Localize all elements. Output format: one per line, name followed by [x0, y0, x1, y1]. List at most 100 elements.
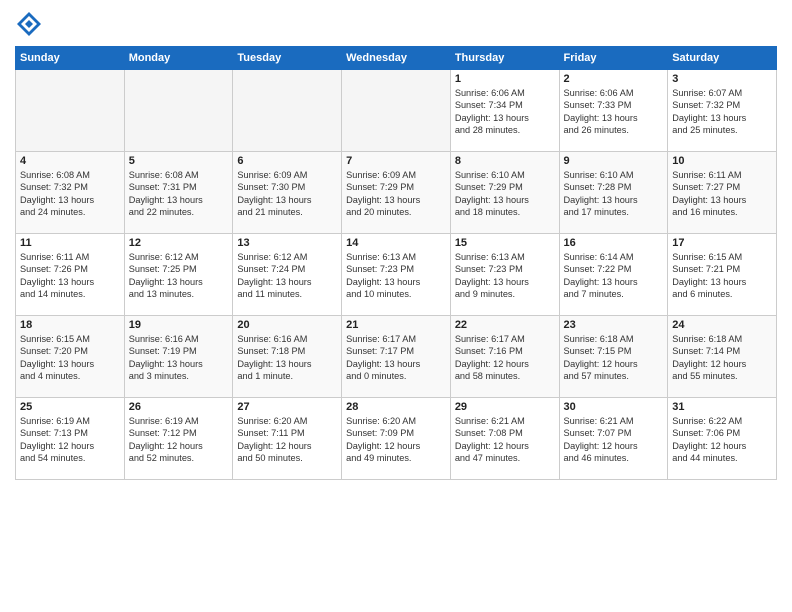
- day-info: Sunrise: 6:20 AM Sunset: 7:11 PM Dayligh…: [237, 415, 337, 465]
- day-number: 20: [237, 319, 337, 331]
- page: SundayMondayTuesdayWednesdayThursdayFrid…: [0, 0, 792, 490]
- day-number: 19: [129, 319, 229, 331]
- day-number: 8: [455, 155, 555, 167]
- day-cell: 13 Sunrise: 6:12 AM Sunset: 7:24 PM Dayli…: [233, 234, 342, 316]
- day-cell: 31 Sunrise: 6:22 AM Sunset: 7:06 PM Dayli…: [668, 398, 777, 480]
- weekday-monday: Monday: [124, 47, 233, 70]
- day-number: 3: [672, 73, 772, 85]
- day-cell: 18Sunrise: 6:15 AM Sunset: 7:20 PM Dayli…: [16, 316, 125, 398]
- day-info: Sunrise: 6:09 AM Sunset: 7:29 PM Dayligh…: [346, 169, 446, 219]
- day-info: Sunrise: 6:09 AM Sunset: 7:30 PM Dayligh…: [237, 169, 337, 219]
- day-number: 17: [672, 237, 772, 249]
- weekday-thursday: Thursday: [450, 47, 559, 70]
- week-row-3: 11Sunrise: 6:11 AM Sunset: 7:26 PM Dayli…: [16, 234, 777, 316]
- day-cell: 12 Sunrise: 6:12 AM Sunset: 7:25 PM Dayli…: [124, 234, 233, 316]
- day-info: Sunrise: 6:11 AM Sunset: 7:27 PM Dayligh…: [672, 169, 772, 219]
- day-cell: 25 Sunrise: 6:19 AM Sunset: 7:13 PM Dayli…: [16, 398, 125, 480]
- day-info: Sunrise: 6:12 AM Sunset: 7:25 PM Dayligh…: [129, 251, 229, 301]
- day-cell: 21 Sunrise: 6:17 AM Sunset: 7:17 PM Dayli…: [342, 316, 451, 398]
- day-cell: [124, 70, 233, 152]
- day-number: 2: [564, 73, 664, 85]
- day-number: 10: [672, 155, 772, 167]
- day-cell: 14 Sunrise: 6:13 AM Sunset: 7:23 PM Dayli…: [342, 234, 451, 316]
- day-cell: 29Sunrise: 6:21 AM Sunset: 7:08 PM Dayli…: [450, 398, 559, 480]
- day-number: 12: [129, 237, 229, 249]
- weekday-friday: Friday: [559, 47, 668, 70]
- day-cell: 11Sunrise: 6:11 AM Sunset: 7:26 PM Dayli…: [16, 234, 125, 316]
- day-cell: 1Sunrise: 6:06 AM Sunset: 7:34 PM Daylig…: [450, 70, 559, 152]
- day-number: 30: [564, 401, 664, 413]
- day-info: Sunrise: 6:13 AM Sunset: 7:23 PM Dayligh…: [455, 251, 555, 301]
- day-number: 5: [129, 155, 229, 167]
- day-cell: 5 Sunrise: 6:08 AM Sunset: 7:31 PM Daylig…: [124, 152, 233, 234]
- day-cell: 4 Sunrise: 6:08 AM Sunset: 7:32 PM Daylig…: [16, 152, 125, 234]
- day-cell: 15 Sunrise: 6:13 AM Sunset: 7:23 PM Dayli…: [450, 234, 559, 316]
- day-info: Sunrise: 6:14 AM Sunset: 7:22 PM Dayligh…: [564, 251, 664, 301]
- day-info: Sunrise: 6:08 AM Sunset: 7:31 PM Dayligh…: [129, 169, 229, 219]
- day-info: Sunrise: 6:16 AM Sunset: 7:18 PM Dayligh…: [237, 333, 337, 383]
- day-number: 13: [237, 237, 337, 249]
- day-info: Sunrise: 6:18 AM Sunset: 7:15 PM Dayligh…: [564, 333, 664, 383]
- day-number: 6: [237, 155, 337, 167]
- day-info: Sunrise: 6:13 AM Sunset: 7:23 PM Dayligh…: [346, 251, 446, 301]
- day-cell: 22 Sunrise: 6:17 AM Sunset: 7:16 PM Dayli…: [450, 316, 559, 398]
- day-info: Sunrise: 6:16 AM Sunset: 7:19 PM Dayligh…: [129, 333, 229, 383]
- day-cell: 8 Sunrise: 6:10 AM Sunset: 7:29 PM Daylig…: [450, 152, 559, 234]
- day-cell: [16, 70, 125, 152]
- header: [15, 10, 777, 38]
- week-row-4: 18Sunrise: 6:15 AM Sunset: 7:20 PM Dayli…: [16, 316, 777, 398]
- day-info: Sunrise: 6:20 AM Sunset: 7:09 PM Dayligh…: [346, 415, 446, 465]
- day-number: 15: [455, 237, 555, 249]
- day-number: 4: [20, 155, 120, 167]
- day-number: 7: [346, 155, 446, 167]
- day-cell: 17 Sunrise: 6:15 AM Sunset: 7:21 PM Dayli…: [668, 234, 777, 316]
- day-info: Sunrise: 6:19 AM Sunset: 7:13 PM Dayligh…: [20, 415, 120, 465]
- day-cell: 2 Sunrise: 6:06 AM Sunset: 7:33 PM Daylig…: [559, 70, 668, 152]
- day-number: 16: [564, 237, 664, 249]
- day-info: Sunrise: 6:07 AM Sunset: 7:32 PM Dayligh…: [672, 87, 772, 137]
- day-number: 21: [346, 319, 446, 331]
- day-info: Sunrise: 6:18 AM Sunset: 7:14 PM Dayligh…: [672, 333, 772, 383]
- logo: [15, 10, 47, 38]
- day-info: Sunrise: 6:21 AM Sunset: 7:08 PM Dayligh…: [455, 415, 555, 465]
- day-number: 26: [129, 401, 229, 413]
- day-cell: 24 Sunrise: 6:18 AM Sunset: 7:14 PM Dayli…: [668, 316, 777, 398]
- day-info: Sunrise: 6:21 AM Sunset: 7:07 PM Dayligh…: [564, 415, 664, 465]
- day-cell: [233, 70, 342, 152]
- day-cell: 20 Sunrise: 6:16 AM Sunset: 7:18 PM Dayli…: [233, 316, 342, 398]
- day-info: Sunrise: 6:15 AM Sunset: 7:21 PM Dayligh…: [672, 251, 772, 301]
- week-row-5: 25 Sunrise: 6:19 AM Sunset: 7:13 PM Dayli…: [16, 398, 777, 480]
- day-cell: 26Sunrise: 6:19 AM Sunset: 7:12 PM Dayli…: [124, 398, 233, 480]
- calendar-header: SundayMondayTuesdayWednesdayThursdayFrid…: [16, 47, 777, 70]
- day-info: Sunrise: 6:17 AM Sunset: 7:17 PM Dayligh…: [346, 333, 446, 383]
- day-number: 24: [672, 319, 772, 331]
- day-number: 9: [564, 155, 664, 167]
- day-number: 14: [346, 237, 446, 249]
- day-info: Sunrise: 6:11 AM Sunset: 7:26 PM Dayligh…: [20, 251, 120, 301]
- weekday-sunday: Sunday: [16, 47, 125, 70]
- day-info: Sunrise: 6:08 AM Sunset: 7:32 PM Dayligh…: [20, 169, 120, 219]
- day-cell: 7 Sunrise: 6:09 AM Sunset: 7:29 PM Daylig…: [342, 152, 451, 234]
- day-cell: 19 Sunrise: 6:16 AM Sunset: 7:19 PM Dayli…: [124, 316, 233, 398]
- week-row-2: 4 Sunrise: 6:08 AM Sunset: 7:32 PM Daylig…: [16, 152, 777, 234]
- day-info: Sunrise: 6:06 AM Sunset: 7:34 PM Dayligh…: [455, 87, 555, 137]
- day-info: Sunrise: 6:10 AM Sunset: 7:29 PM Dayligh…: [455, 169, 555, 219]
- weekday-saturday: Saturday: [668, 47, 777, 70]
- day-cell: [342, 70, 451, 152]
- day-cell: 28Sunrise: 6:20 AM Sunset: 7:09 PM Dayli…: [342, 398, 451, 480]
- day-info: Sunrise: 6:06 AM Sunset: 7:33 PM Dayligh…: [564, 87, 664, 137]
- day-number: 25: [20, 401, 120, 413]
- day-info: Sunrise: 6:15 AM Sunset: 7:20 PM Dayligh…: [20, 333, 120, 383]
- day-cell: 23Sunrise: 6:18 AM Sunset: 7:15 PM Dayli…: [559, 316, 668, 398]
- day-number: 31: [672, 401, 772, 413]
- day-info: Sunrise: 6:12 AM Sunset: 7:24 PM Dayligh…: [237, 251, 337, 301]
- day-cell: 10 Sunrise: 6:11 AM Sunset: 7:27 PM Dayli…: [668, 152, 777, 234]
- day-cell: 3 Sunrise: 6:07 AM Sunset: 7:32 PM Daylig…: [668, 70, 777, 152]
- day-info: Sunrise: 6:17 AM Sunset: 7:16 PM Dayligh…: [455, 333, 555, 383]
- weekday-row: SundayMondayTuesdayWednesdayThursdayFrid…: [16, 47, 777, 70]
- day-info: Sunrise: 6:22 AM Sunset: 7:06 PM Dayligh…: [672, 415, 772, 465]
- day-info: Sunrise: 6:10 AM Sunset: 7:28 PM Dayligh…: [564, 169, 664, 219]
- day-cell: 16 Sunrise: 6:14 AM Sunset: 7:22 PM Dayli…: [559, 234, 668, 316]
- weekday-tuesday: Tuesday: [233, 47, 342, 70]
- day-number: 22: [455, 319, 555, 331]
